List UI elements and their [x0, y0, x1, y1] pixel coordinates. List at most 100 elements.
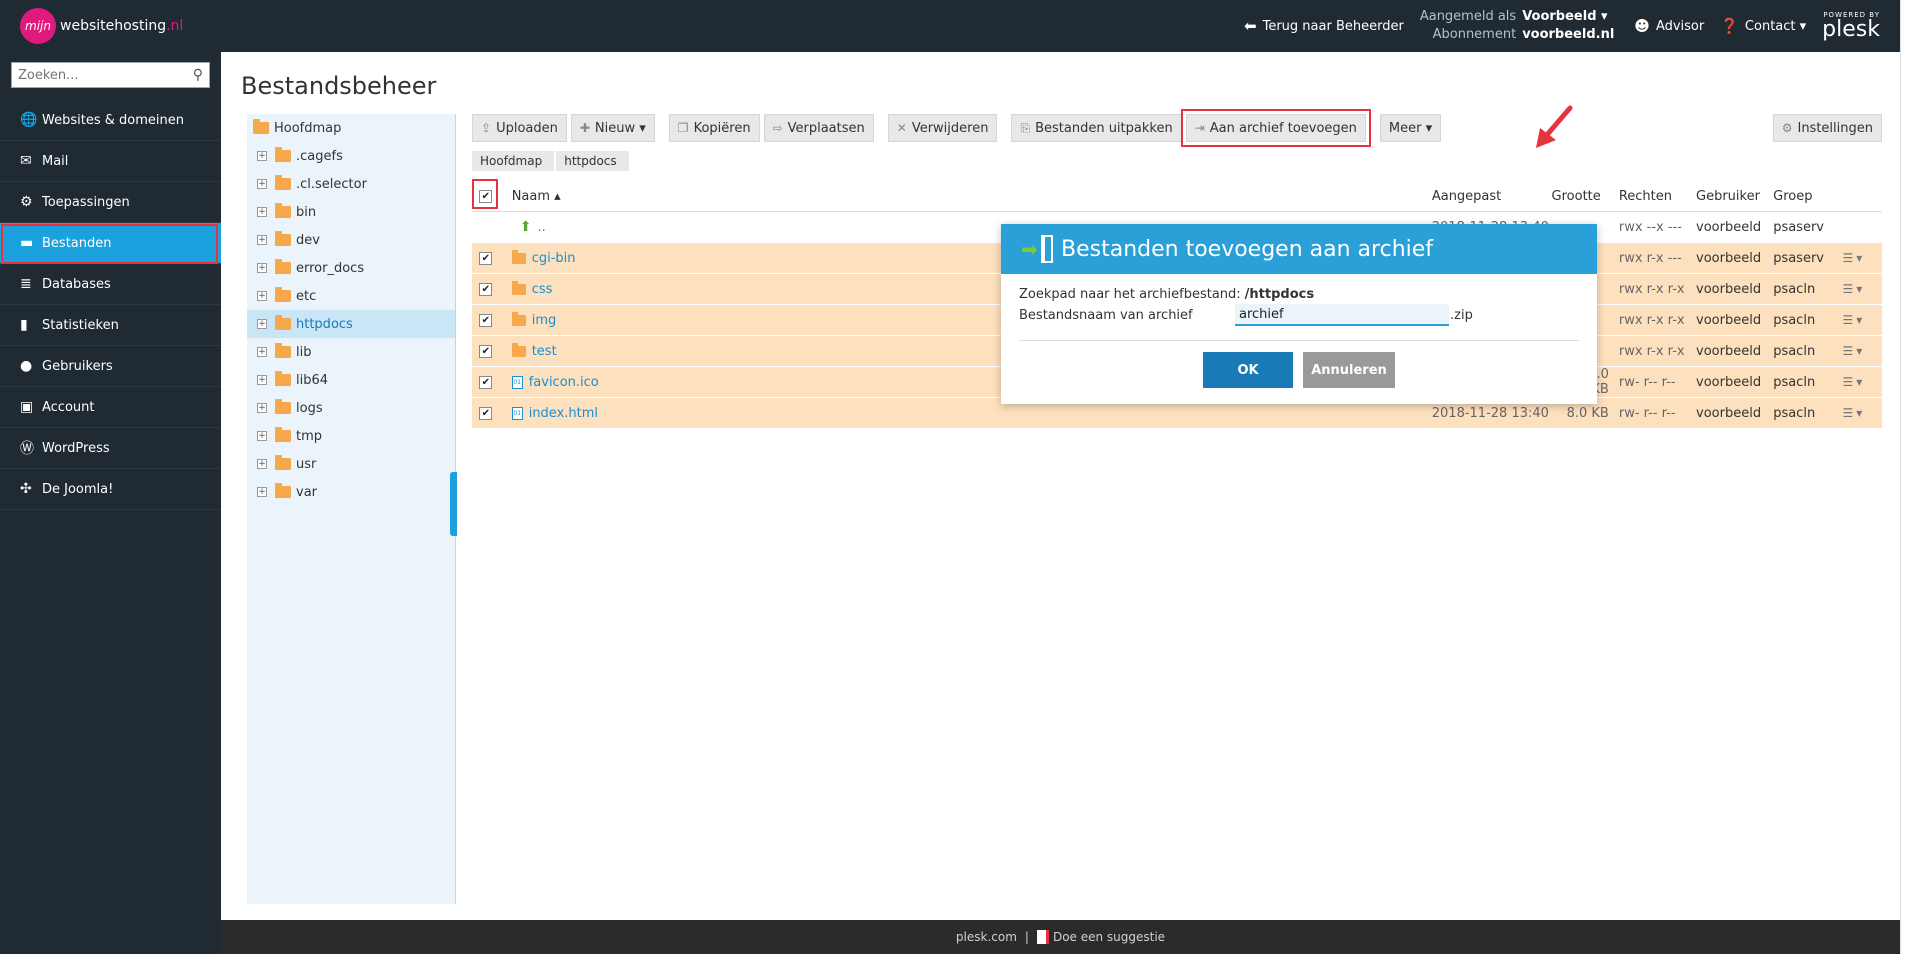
sidebar-item-statistieken[interactable]: ▮ Statistieken [0, 305, 221, 346]
tree-collapse-handle[interactable] [450, 472, 457, 536]
tree-item[interactable]: + etc [247, 282, 455, 310]
copy-button[interactable]: ❐ Kopiëren [668, 114, 760, 142]
more-button[interactable]: Meer ▾ [1379, 114, 1442, 142]
file-name-link[interactable]: index.html [529, 406, 598, 421]
row-menu-button[interactable]: ☰ ▾ [1842, 344, 1882, 358]
tree-item[interactable]: + tmp [247, 422, 455, 450]
search-input[interactable] [18, 67, 178, 83]
row-checkbox[interactable]: ✔ [479, 251, 493, 265]
plesk-com-link[interactable]: plesk.com [956, 930, 1017, 944]
menu-icon: ☰ [1842, 251, 1854, 265]
file-name-link[interactable]: favicon.ico [529, 375, 599, 390]
sidebar-item-databases[interactable]: ≣ Databases [0, 264, 221, 305]
tree-item[interactable]: + httpdocs [247, 310, 455, 338]
expand-icon[interactable]: + [257, 487, 267, 497]
file-user: voorbeeld [1696, 343, 1762, 359]
add-to-archive-button[interactable]: ⇥ Aan archief toevoegen [1180, 109, 1371, 147]
file-rights[interactable]: rwx r-x r-x [1619, 344, 1696, 359]
delete-button[interactable]: ✕ Verwijderen [887, 114, 998, 142]
scrollbar[interactable] [1900, 0, 1921, 954]
file-name-link[interactable]: cgi-bin [532, 251, 576, 266]
subscription-value[interactable]: voorbeeld.nl [1522, 26, 1614, 44]
file-rights[interactable]: rwx r-x r-x [1619, 313, 1696, 328]
tree-item[interactable]: + bin [247, 198, 455, 226]
expand-icon[interactable]: + [257, 179, 267, 189]
row-checkbox[interactable]: ✔ [479, 344, 493, 358]
logged-in-user-dropdown[interactable]: Voorbeeld ▾ [1522, 8, 1614, 26]
col-modified-header[interactable]: Aangepast [1432, 189, 1552, 204]
expand-icon[interactable]: + [257, 319, 267, 329]
parent-dir-link[interactable]: .. [537, 220, 545, 235]
file-rights[interactable]: rwx r-x --- [1619, 251, 1696, 266]
file-rights[interactable]: rwx r-x r-x [1619, 282, 1696, 297]
row-checkbox[interactable]: ✔ [479, 282, 493, 296]
ok-button[interactable]: OK [1203, 352, 1293, 388]
file-name-link[interactable]: img [532, 313, 557, 328]
expand-icon[interactable]: + [257, 207, 267, 217]
advisor-link[interactable]: ☻ Advisor [1634, 17, 1704, 35]
tree-item[interactable]: + .cagefs [247, 142, 455, 170]
search-box[interactable]: ⚲ [11, 62, 210, 88]
row-checkbox[interactable]: ✔ [479, 406, 493, 420]
col-size-header[interactable]: Grootte [1552, 189, 1619, 204]
row-menu-button[interactable]: ☰ ▾ [1842, 406, 1882, 420]
file-size: 8.0 KB [1566, 405, 1609, 421]
sidebar-item-mail[interactable]: ✉ Mail [0, 141, 221, 182]
row-checkbox[interactable]: ✔ [479, 313, 493, 327]
tree-item-root[interactable]: Hoofdmap [247, 114, 455, 142]
expand-icon[interactable]: + [257, 263, 267, 273]
col-rights-header[interactable]: Rechten [1619, 189, 1696, 204]
expand-icon[interactable]: + [257, 431, 267, 441]
expand-icon[interactable]: + [257, 235, 267, 245]
tree-item[interactable]: + lib64 [247, 366, 455, 394]
file-user: voorbeeld [1696, 312, 1762, 328]
archive-name-input[interactable] [1235, 304, 1449, 326]
expand-icon[interactable]: + [257, 403, 267, 413]
breadcrumb-item[interactable]: httpdocs [556, 151, 629, 171]
move-button[interactable]: ⇨ Verplaatsen [763, 114, 874, 142]
cancel-button[interactable]: Annuleren [1303, 352, 1395, 388]
contact-dropdown[interactable]: ❓ Contact ▾ [1720, 17, 1806, 35]
expand-icon[interactable]: + [257, 291, 267, 301]
delete-label: Verwijderen [911, 120, 989, 136]
col-name-header[interactable]: Naam ▴ [512, 189, 561, 204]
sidebar-item-account[interactable]: ▣ Account [0, 387, 221, 428]
breadcrumb-item[interactable]: Hoofdmap [472, 151, 555, 171]
extract-button[interactable]: ⎘ Bestanden uitpakken [1011, 114, 1182, 142]
sidebar-item-toepassingen[interactable]: ⚙ Toepassingen [0, 182, 221, 223]
search-icon[interactable]: ⚲ [193, 67, 203, 83]
file-rights[interactable]: rw- r-- r-- [1619, 375, 1696, 390]
expand-icon[interactable]: + [257, 375, 267, 385]
suggestion-link[interactable]: Doe een suggestie [1036, 930, 1165, 944]
sidebar-item-bestanden[interactable]: ▬ Bestanden [0, 223, 221, 264]
sidebar-item-wordpress[interactable]: Ⓦ WordPress [0, 428, 221, 469]
file-rights[interactable]: rw- r-- r-- [1619, 406, 1696, 421]
tree-item[interactable]: + usr [247, 450, 455, 478]
file-name-link[interactable]: css [532, 282, 553, 297]
tree-item[interactable]: + .cl.selector [247, 170, 455, 198]
upload-button[interactable]: ⇪ Uploaden [472, 114, 567, 142]
settings-button[interactable]: ⚙ Instellingen [1772, 114, 1882, 142]
file-name-link[interactable]: test [532, 344, 557, 359]
back-to-admin-link[interactable]: ⬅ Terug naar Beheerder [1244, 17, 1404, 35]
row-menu-button[interactable]: ☰ ▾ [1842, 251, 1882, 265]
sidebar-item-de-joomla[interactable]: ✣ De Joomla! [0, 469, 221, 510]
sidebar-item-websites-domeinen[interactable]: 🌐 Websites & domeinen [0, 100, 221, 141]
row-checkbox[interactable]: ✔ [479, 375, 493, 389]
row-menu-button[interactable]: ☰ ▾ [1842, 282, 1882, 296]
tree-item[interactable]: + lib [247, 338, 455, 366]
tree-item[interactable]: + error_docs [247, 254, 455, 282]
row-menu-button[interactable]: ☰ ▾ [1842, 375, 1882, 389]
tree-item[interactable]: + logs [247, 394, 455, 422]
expand-icon[interactable]: + [257, 347, 267, 357]
new-button[interactable]: ✚ Nieuw ▾ [570, 114, 655, 142]
sidebar-item-gebruikers[interactable]: ● Gebruikers [0, 346, 221, 387]
tree-item[interactable]: + dev [247, 226, 455, 254]
expand-icon[interactable]: + [257, 151, 267, 161]
col-group-header[interactable]: Groep [1773, 189, 1842, 204]
tree-item[interactable]: + var [247, 478, 455, 506]
row-menu-button[interactable]: ☰ ▾ [1842, 313, 1882, 327]
col-user-header[interactable]: Gebruiker [1696, 189, 1773, 204]
brand-logo[interactable]: mijn websitehosting.nl [20, 8, 183, 44]
expand-icon[interactable]: + [257, 459, 267, 469]
